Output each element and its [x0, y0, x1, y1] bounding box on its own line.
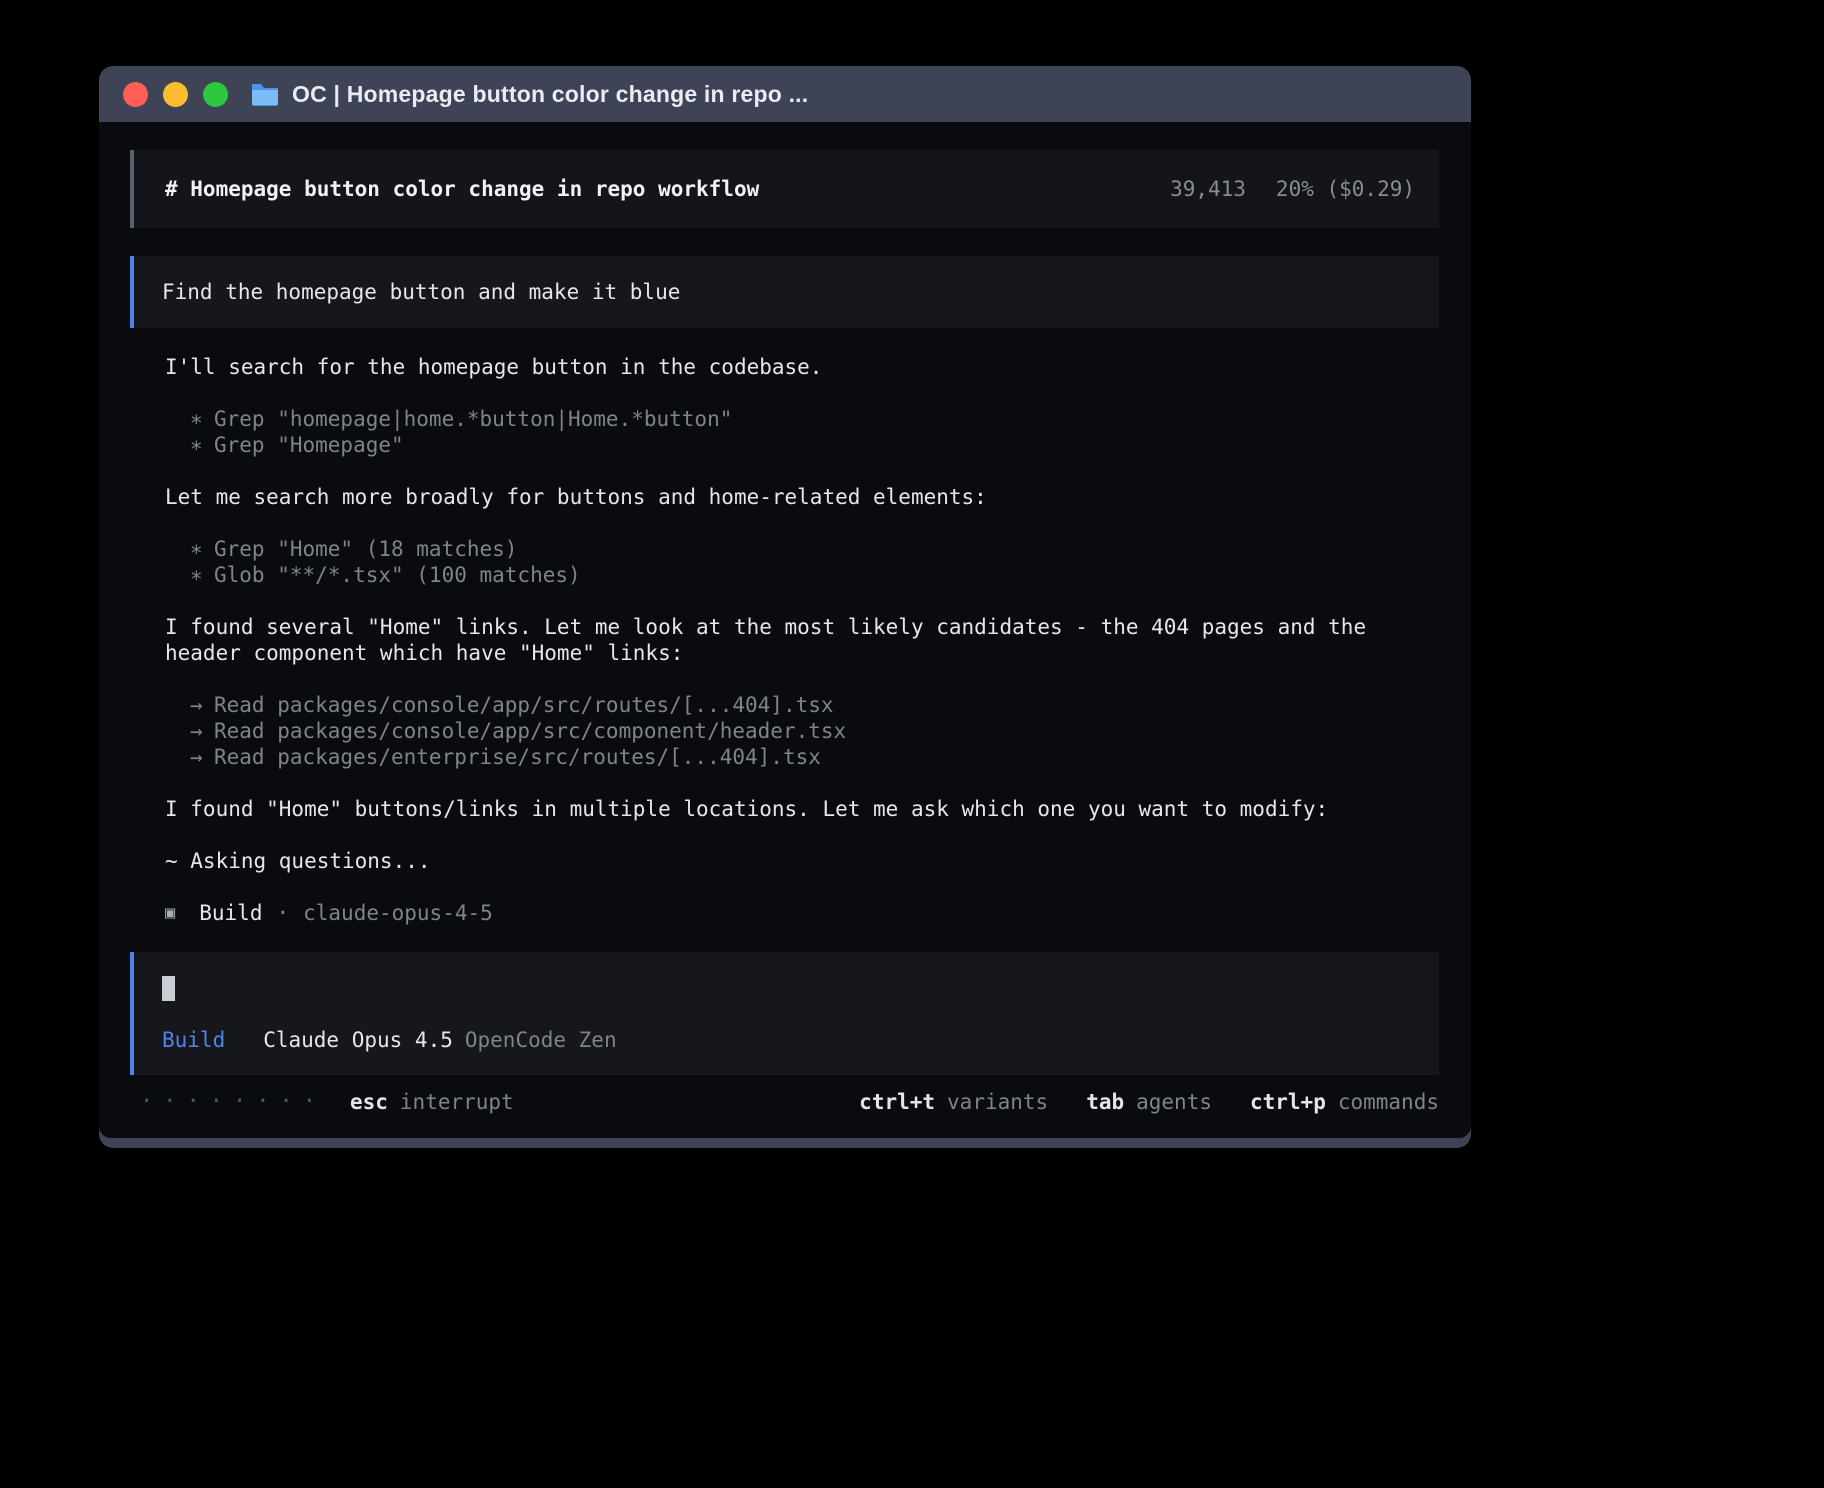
provider-label: OpenCode Zen [465, 1028, 617, 1052]
status-bar-right: ctrl+t variants tab agents ctrl+p comman… [859, 1089, 1439, 1115]
tool-call-text: Grep "homepage|home.*button|Home.*button… [214, 407, 732, 431]
agent-model: claude-opus-4-5 [303, 900, 493, 926]
agent-badge-icon: ▣ [165, 900, 175, 926]
spinner-dots: ········ [140, 1089, 326, 1115]
variants-label: variants [947, 1089, 1048, 1115]
input-line[interactable] [162, 974, 1411, 1001]
asterisk-icon: ∗ [190, 536, 214, 562]
tool-call-read-2: →Read packages/console/app/src/component… [165, 718, 1429, 744]
arrow-right-icon: → [190, 692, 214, 718]
input-status-line: Build Claude Opus 4.5 OpenCode Zen [162, 1027, 1411, 1053]
folder-icon [250, 82, 280, 106]
spacer [165, 770, 1429, 796]
tool-call-text: Read packages/console/app/src/component/… [214, 719, 846, 743]
assistant-text-ask: I found "Home" buttons/links in multiple… [165, 796, 1429, 822]
working-status: ~ Asking questions... [165, 848, 1429, 874]
interrupt-shortcut: esc interrupt [350, 1089, 514, 1115]
mode-label[interactable]: Build [162, 1028, 225, 1052]
session-meta: 39,413 20% ($0.29) [1170, 176, 1415, 202]
tool-call-text: Grep "Homepage" [214, 433, 404, 457]
tool-call-text: Grep "Home" (18 matches) [214, 537, 517, 561]
assistant-text-intro: I'll search for the homepage button in t… [165, 354, 1429, 380]
close-button[interactable] [123, 82, 148, 107]
tool-call-text: Glob "**/*.tsx" (100 matches) [214, 563, 581, 587]
assistant-text-candidates: I found several "Home" links. Let me loo… [165, 614, 1429, 666]
tool-call-grep-3: ∗Grep "Home" (18 matches) [165, 536, 1429, 562]
user-message: Find the homepage button and make it blu… [130, 256, 1439, 328]
status-bar: ········ esc interrupt ctrl+t variants t… [130, 1089, 1439, 1115]
ctrl-t-key: ctrl+t [859, 1089, 935, 1115]
assistant-text-broader: Let me search more broadly for buttons a… [165, 484, 1429, 510]
user-message-text: Find the homepage button and make it blu… [162, 280, 680, 304]
spacer [165, 380, 1429, 406]
titlebar[interactable]: OC | Homepage button color change in rep… [99, 66, 1471, 122]
prompt-input[interactable]: Build Claude Opus 4.5 OpenCode Zen [130, 952, 1439, 1075]
spacer [165, 458, 1429, 484]
context-cost: 20% ($0.29) [1276, 176, 1415, 202]
interrupt-label: interrupt [400, 1089, 514, 1115]
zoom-button[interactable] [203, 82, 228, 107]
text-cursor [162, 976, 175, 1001]
tool-call-text: Read packages/enterprise/src/routes/[...… [214, 745, 821, 769]
window-title: OC | Homepage button color change in rep… [292, 81, 808, 108]
conversation: I'll search for the homepage button in t… [130, 354, 1439, 926]
commands-label: commands [1338, 1089, 1439, 1115]
tool-call-grep-2: ∗Grep "Homepage" [165, 432, 1429, 458]
esc-key: esc [350, 1089, 388, 1115]
spacer [165, 666, 1429, 692]
traffic-lights [123, 82, 228, 107]
tab-key: tab [1086, 1089, 1124, 1115]
tool-call-text: Read packages/console/app/src/routes/[..… [214, 693, 834, 717]
arrow-right-icon: → [190, 718, 214, 744]
agent-status: ▣ Build · claude-opus-4-5 [165, 900, 1429, 926]
token-count: 39,413 [1170, 176, 1246, 202]
spacer [165, 588, 1429, 614]
terminal-window: OC | Homepage button color change in rep… [99, 66, 1471, 1148]
agents-label: agents [1136, 1089, 1212, 1115]
tool-call-read-1: →Read packages/console/app/src/routes/[.… [165, 692, 1429, 718]
ctrl-p-key: ctrl+p [1250, 1089, 1326, 1115]
tool-call-read-3: →Read packages/enterprise/src/routes/[..… [165, 744, 1429, 770]
spacer [165, 874, 1429, 900]
spacer [165, 822, 1429, 848]
session-title: # Homepage button color change in repo w… [165, 176, 759, 202]
spacer [162, 1001, 1411, 1027]
minimize-button[interactable] [163, 82, 188, 107]
tool-call-glob: ∗Glob "**/*.tsx" (100 matches) [165, 562, 1429, 588]
agent-name: Build [199, 900, 262, 926]
terminal-body: # Homepage button color change in repo w… [99, 122, 1471, 1138]
session-header: # Homepage button color change in repo w… [130, 150, 1439, 228]
arrow-right-icon: → [190, 744, 214, 770]
commands-shortcut: ctrl+p commands [1250, 1089, 1439, 1115]
model-label: Claude Opus 4.5 [263, 1028, 453, 1052]
tool-call-grep-1: ∗Grep "homepage|home.*button|Home.*butto… [165, 406, 1429, 432]
asterisk-icon: ∗ [190, 406, 214, 432]
variants-shortcut: ctrl+t variants [859, 1089, 1048, 1115]
status-bar-left: ········ esc interrupt [140, 1089, 514, 1115]
asterisk-icon: ∗ [190, 432, 214, 458]
agent-separator: · [276, 900, 289, 926]
agents-shortcut: tab agents [1086, 1089, 1212, 1115]
spacer [165, 510, 1429, 536]
asterisk-icon: ∗ [190, 562, 214, 588]
